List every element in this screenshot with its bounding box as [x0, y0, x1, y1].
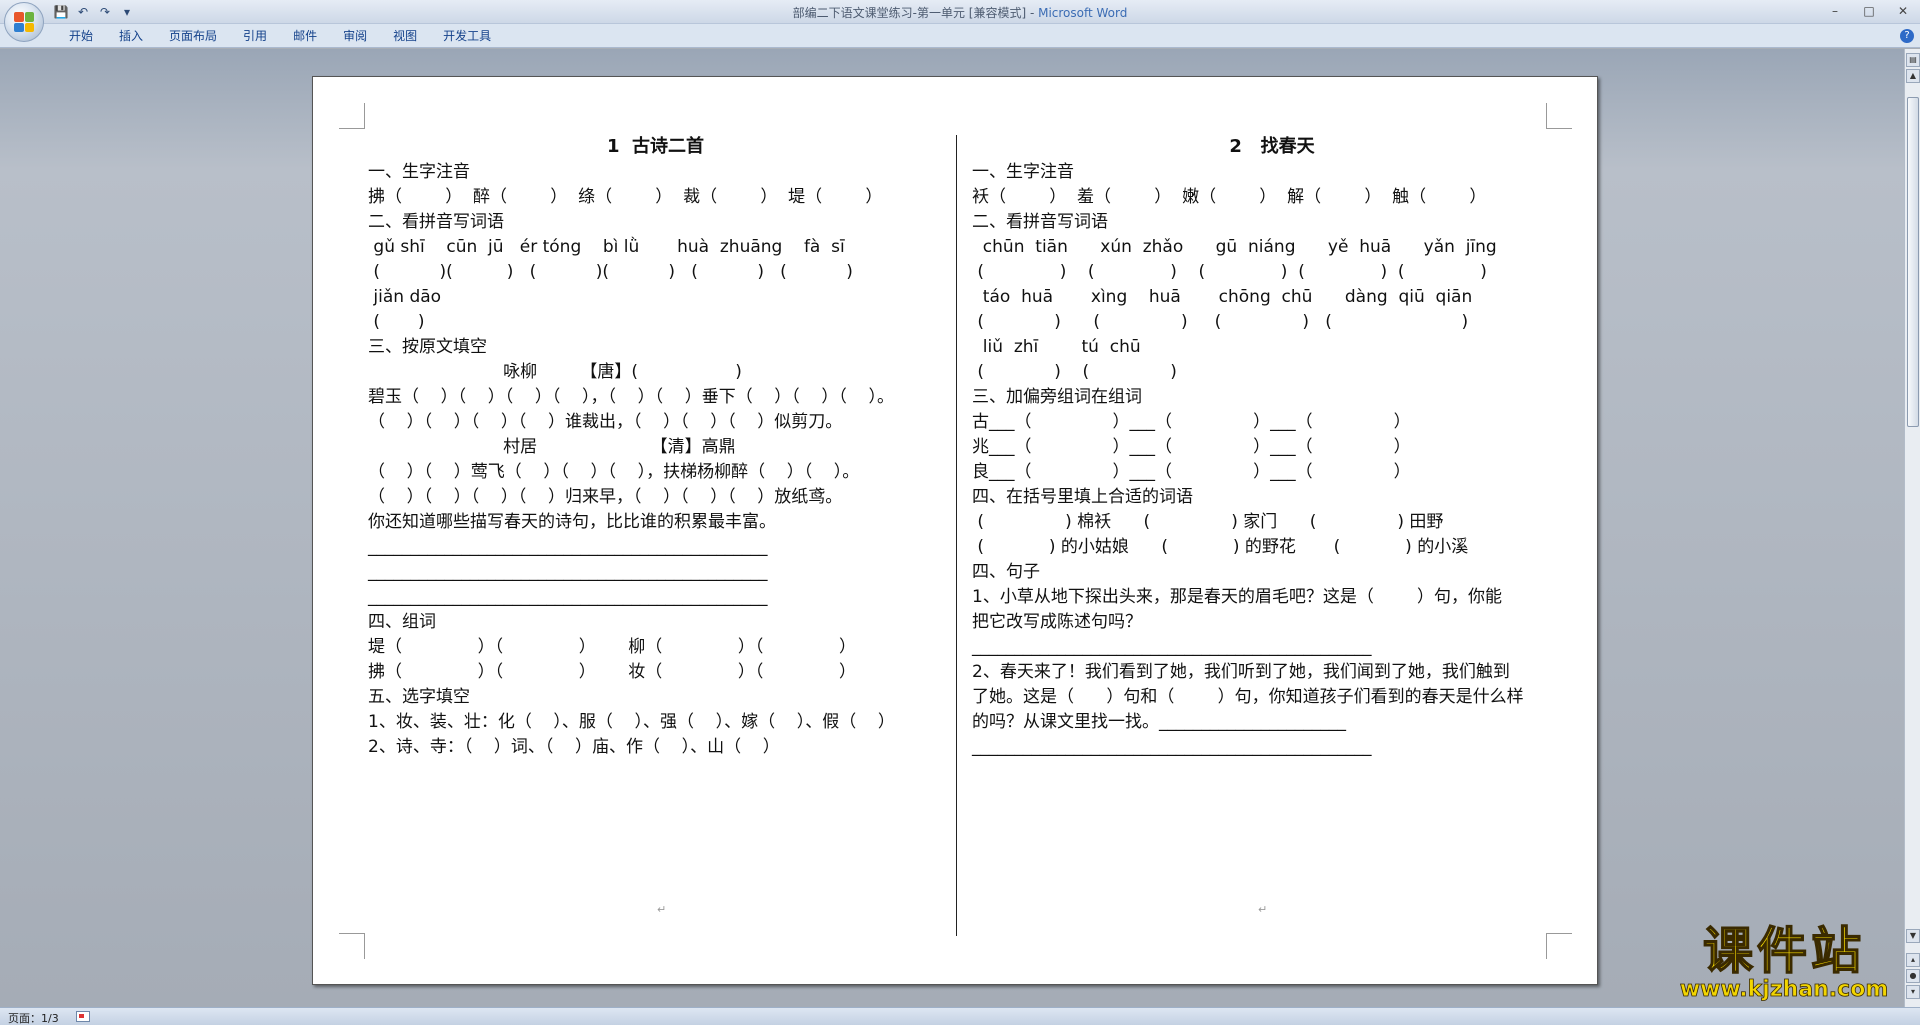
- document-page[interactable]: 1 古诗二首一、生字注音拂（ ） 醉（ ） 绦（ ） 裁（ ） 堤（ ） 二、看拼…: [312, 76, 1598, 985]
- text-line: ________________________________________…: [972, 737, 1372, 757]
- paragraph-mark: ↵: [657, 903, 667, 916]
- tab-review[interactable]: 审阅: [330, 28, 380, 46]
- select-browse-object-icon[interactable]: ●: [1906, 969, 1920, 983]
- text-line: ( ) ( ) ( ) ( ) ( ): [972, 262, 1487, 282]
- document-workspace: 1 古诗二首一、生字注音拂（ ） 醉（ ） 绦（ ） 裁（ ） 堤（ ） 二、看拼…: [0, 49, 1904, 1007]
- text-line: 二、看拼音写词语: [368, 212, 504, 232]
- proofing-icon[interactable]: [76, 1011, 90, 1022]
- text-line: 1、妆、装、壮：化（ ）、服（ ）、强（ ）、嫁（ ）、假（ ）: [368, 712, 895, 732]
- text-line: 碧玉（ ）（ ）（ ）（ ），（ ）（ ）垂下（ ）（ ）（ ）。: [368, 387, 895, 407]
- tab-page-layout[interactable]: 页面布局: [156, 28, 230, 46]
- text-line: liǔ zhī tú chū: [972, 337, 1141, 357]
- section-title: 2 找春天: [1229, 136, 1315, 157]
- text-line: 四、句子: [972, 562, 1040, 582]
- scroll-up-icon[interactable]: ▲: [1906, 69, 1920, 83]
- paragraph-mark: ↵: [1258, 903, 1268, 916]
- previous-page-icon[interactable]: ▴: [1906, 953, 1920, 967]
- title-bar: 💾 ↶ ↷ ▾ 部编二下语文课堂练习-第一单元 [兼容模式] - Microso…: [0, 0, 1920, 42]
- ruler-toggle-icon[interactable]: ▤: [1906, 53, 1920, 67]
- text-line: 三、加偏旁组词在组词: [972, 387, 1142, 407]
- text-line: 你还知道哪些描写春天的诗句，比比谁的积累最丰富。: [368, 512, 776, 532]
- help-icon[interactable]: ?: [1900, 29, 1914, 43]
- text-line: （ ）（ ）莺飞（ ）（ ）（ ），扶梯杨柳醉（ ）（ ）。: [368, 462, 860, 482]
- text-line: ( ) 的小姑娘 ( ) 的野花 ( ) 的小溪: [972, 537, 1469, 557]
- text-line: 的吗？从课文里找一找。______________________: [972, 712, 1346, 732]
- right-column: 2 找春天一、生字注音袄（ ） 羞（ ） 嫩（ ） 解（ ） 触（ ） 二、看拼音…: [972, 135, 1572, 935]
- status-bar: 页面：1/3: [0, 1007, 1920, 1025]
- section-title: 1 古诗二首: [606, 136, 705, 157]
- tab-developer[interactable]: 开发工具: [430, 28, 504, 46]
- text-line: 二、看拼音写词语: [972, 212, 1108, 232]
- left-column: 1 古诗二首一、生字注音拂（ ） 醉（ ） 绦（ ） 裁（ ） 堤（ ） 二、看拼…: [368, 135, 943, 935]
- crop-mark-top-right: [1546, 103, 1572, 129]
- window-title: 部编二下语文课堂练习-第一单元 [兼容模式] - Microsoft Word: [0, 4, 1920, 21]
- text-line: 堤（ ）（ ） 柳（ ）（ ）: [368, 637, 857, 657]
- scroll-down-icon[interactable]: ▼: [1906, 929, 1920, 943]
- scroll-thumb[interactable]: [1907, 97, 1919, 427]
- text-line: 五、选字填空: [368, 687, 470, 707]
- text-line: 拂（ ）（ ） 妆（ ）（ ）: [368, 662, 857, 682]
- tab-view[interactable]: 视图: [380, 28, 430, 46]
- page-count[interactable]: 页面：1/3: [8, 1010, 59, 1025]
- text-line: 一、生字注音: [972, 162, 1074, 182]
- text-line: gǔ shī cūn jū ér tóng bì lǜ huà zhuāng f…: [368, 237, 845, 257]
- ribbon: 开始 插入 页面布局 引用 邮件 审阅 视图 开发工具 ?: [0, 24, 1920, 48]
- text-line: （ ）（ ）（ ）（ ）谁裁出，（ ）（ ）（ ）似剪刀。: [368, 412, 843, 432]
- text-line: 古___（ ）___（ ）___（ ）: [972, 412, 1411, 432]
- text-line: ( ) ( ) ( ) ( ): [972, 312, 1469, 332]
- text-line: ________________________________________…: [368, 537, 768, 557]
- next-page-icon[interactable]: ▾: [1906, 985, 1920, 999]
- text-line: ________________________________________…: [368, 562, 768, 582]
- tab-insert[interactable]: 插入: [106, 28, 156, 46]
- text-line: ( ) 棉袄 ( ) 家门 ( ) 田野: [972, 512, 1444, 532]
- close-icon[interactable]: ✕: [1890, 2, 1916, 20]
- text-line: táo huā xìng huā chōng chū dàng qiū qiān: [972, 287, 1473, 307]
- text-line: ( ) ( ): [972, 362, 1177, 382]
- column-divider: [956, 135, 957, 936]
- text-line: 三、按原文填空: [368, 337, 487, 357]
- text-line: 咏柳 【唐】( ): [368, 362, 742, 382]
- minimize-icon[interactable]: –: [1822, 2, 1848, 20]
- text-line: 兆___（ ）___（ ）___（ ）: [972, 437, 1411, 457]
- text-line: 四、在括号里填上合适的词语: [972, 487, 1193, 507]
- crop-mark-top-left: [339, 103, 365, 129]
- maximize-icon[interactable]: □: [1856, 2, 1882, 20]
- crop-mark-bottom-left: [339, 933, 365, 959]
- document-title: 部编二下语文课堂练习-第一单元 [兼容模式] -: [792, 6, 1039, 20]
- text-line: ________________________________________…: [368, 587, 768, 607]
- office-logo-icon: [14, 12, 34, 32]
- text-line: ________________________________________…: [972, 637, 1372, 657]
- office-button[interactable]: [4, 2, 44, 42]
- text-line: 一、生字注音: [368, 162, 470, 182]
- app-name: Microsoft Word: [1038, 6, 1128, 20]
- text-line: ( ): [368, 312, 425, 332]
- text-line: 1、小草从地下探出头来，那是春天的眉毛吧？这是（ ）句，你能: [972, 587, 1503, 607]
- text-line: 2、春天来了！我们看到了她，我们听到了她，我们闻到了她，我们触到: [972, 662, 1510, 682]
- text-line: 良___（ ）___（ ）___（ ）: [972, 462, 1411, 482]
- text-line: chūn tiān xún zhǎo gū niáng yě huā yǎn j…: [972, 237, 1497, 257]
- text-line: 把它改写成陈述句吗？: [972, 612, 1142, 632]
- text-line: 村居 【清】高鼎: [368, 437, 736, 457]
- text-line: （ ）（ ）（ ）（ ）归来早，（ ）（ ）（ ）放纸鸢。: [368, 487, 843, 507]
- watermark-url: www.kjzhan.com: [1679, 977, 1889, 1002]
- text-line: 四、组词: [368, 612, 436, 632]
- ribbon-tabs: 开始 插入 页面布局 引用 邮件 审阅 视图 开发工具: [56, 28, 504, 46]
- tab-references[interactable]: 引用: [230, 28, 280, 46]
- window-controls: – □ ✕: [1822, 2, 1916, 20]
- text-line: ( )( ) ( )( ) ( ) ( ): [368, 262, 853, 282]
- watermark-logo: 课件站 www.kjzhan.com: [1668, 922, 1900, 1004]
- text-line: 拂（ ） 醉（ ） 绦（ ） 裁（ ） 堤（ ）: [368, 187, 883, 207]
- text-line: 袄（ ） 羞（ ） 嫩（ ） 解（ ） 触（ ）: [972, 187, 1487, 207]
- tab-mailings[interactable]: 邮件: [280, 28, 330, 46]
- tab-home[interactable]: 开始: [56, 28, 106, 46]
- text-line: jiǎn dāo: [368, 287, 442, 307]
- crop-mark-bottom-right: [1546, 933, 1572, 959]
- text-line: 2、诗、寺：（ ）词、（ ）庙、作（ ）、山（ ）: [368, 737, 780, 757]
- text-line: 了她。这是（ ）句和（ ）句，你知道孩子们看到的春天是什么样: [972, 687, 1524, 707]
- vertical-scrollbar[interactable]: ▤ ▲ ▼ ▴ ● ▾: [1904, 49, 1920, 1007]
- watermark-text: 课件站: [1702, 922, 1865, 980]
